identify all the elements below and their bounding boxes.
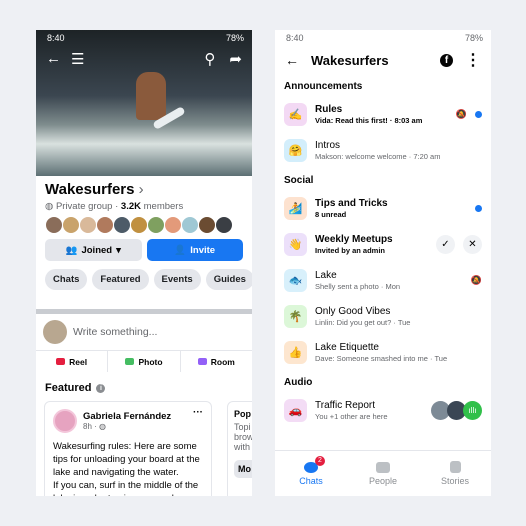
clock: 8:40 [47,33,65,43]
menu-icon[interactable]: ☰ [61,50,204,68]
search-icon[interactable]: ⚲ [204,50,215,68]
accept-button[interactable]: ✓ [436,234,455,254]
audio-wave-icon[interactable]: ıllı [463,400,482,420]
chat-row[interactable]: ✍️ Rules Vida: Read this first! · 8:03 am 🔕 [275,96,491,132]
chat-emoji-icon: 🐟 [284,268,307,292]
battery: 78% [464,33,483,43]
chat-emoji-icon: 🏄 [284,196,307,220]
status-bar: 8:40 78% [36,30,252,46]
globe-icon: ◍ [45,201,54,212]
chat-subtitle: Invited by an admin [315,245,386,255]
chip-featured[interactable]: Featured [92,269,149,290]
chip-chats[interactable]: Chats [45,269,88,290]
chat-name: Rules [315,103,343,115]
chat-subtitle: 8 unread [315,209,347,219]
invite-button[interactable]: 👤 Invite [146,239,243,261]
bottom-tabs: 2 Chats People Stories [275,450,491,496]
author-name[interactable]: Gabriela Fernández [83,411,171,422]
featured-card-2[interactable]: Pop Topi brow with Mo [227,401,252,496]
group-screen: 8:40 78% ← ☰ ⚲ ➦ Wakesurfers › ◍ Private gro… [36,30,252,496]
cover-photo: 8:40 78% ← ☰ ⚲ ➦ [36,30,252,176]
tab-stories[interactable]: Stories [419,451,491,496]
chat-name: Traffic Report [315,399,376,411]
unread-dot [475,204,482,212]
group-name[interactable]: Wakesurfers › [45,181,243,198]
chats-screen: 8:40 78% ← Wakesurfers f ⋮ Announcements ✍️ Ru… [275,30,491,496]
decline-button[interactable]: ✕ [463,234,482,254]
reel-icon [56,358,66,365]
chat-name: Weekly Meetups [315,233,393,245]
globe-icon: ◍ [99,422,107,431]
muted-icon: 🔕 [470,274,482,285]
chat-row[interactable]: 🌴 Only Good Vibes Linlin: Did you get out?… [275,298,491,334]
featured-post[interactable]: Gabriela Fernández 8h · ◍ ··· Wakesurfing… [44,401,212,496]
chat-name: Intros [315,139,341,151]
chat-subtitle: Linlin: Did you get out? · Tue [315,317,411,327]
caret-down-icon: ▾ [116,244,121,256]
add-person-icon: 👤 [174,244,187,256]
group-tabs: Chats Featured Events Guides To [45,269,252,290]
section-heading: Social [284,175,314,186]
chat-name: Only Good Vibes [315,305,391,317]
chat-subtitle: Dave: Someone smashed into me · Tue [315,353,448,363]
chat-name: Tips and Tricks [315,197,388,209]
chat-subtitle: Vida: Read this first! · 8:03 am [315,115,423,125]
info-icon[interactable]: i [96,383,106,393]
chat-row[interactable]: 🤗 Intros Makson: welcome welcome · 7:20 am [275,132,491,168]
battery: 78% [225,33,244,43]
section-heading: Audio [284,377,313,388]
share-icon[interactable]: ➦ [229,50,242,68]
photo-icon [125,358,135,365]
chat-name: Lake [315,269,337,281]
chat-subtitle: You +1 other are here [315,411,388,421]
stories-icon [449,461,461,473]
chat-name: Lake Etiquette [315,341,379,353]
group-meta: ◍ Private group · 3.2K members [45,201,184,212]
muted-icon: 🔕 [455,108,467,119]
people-icon [376,461,390,473]
chat-icon: 2 [304,455,325,473]
chat-emoji-icon: 🤗 [284,138,307,162]
chat-subtitle: Makson: welcome welcome · 7:20 am [315,151,441,161]
photo-button[interactable]: Photo [108,351,181,372]
page-title: Wakesurfers [311,52,389,68]
chat-emoji-icon: 🌴 [284,304,307,328]
back-arrow-icon[interactable]: ← [46,50,61,68]
chip-events[interactable]: Events [153,269,201,290]
people-icon: 👥 [65,244,78,256]
back-arrow-icon[interactable]: ← [285,52,299,68]
chat-emoji-icon: 👋 [284,232,307,256]
reel-button[interactable]: Reel [36,351,109,372]
avatar [43,320,67,344]
unread-dot [475,110,482,118]
tab-people[interactable]: People [347,451,419,496]
room-icon [197,358,207,365]
featured-heading: Featured [45,382,92,394]
composer-input[interactable]: Write something... [36,314,252,350]
chat-row[interactable]: 🏄 Tips and Tricks 8 unread [275,190,491,226]
section-heading: Announcements [284,81,363,92]
tab-chats[interactable]: 2 Chats [275,451,347,496]
facebook-icon[interactable]: f [440,53,453,67]
chat-subtitle: Shelly sent a photo · Mon [315,281,401,291]
joined-button[interactable]: 👥 Joined ▾ [45,239,142,261]
avatar [53,409,77,433]
surfer [136,72,166,120]
unread-badge: 2 [315,455,325,466]
chat-row[interactable]: 🚗 Traffic Report You +1 other are here ıllı [275,392,491,428]
member-avatars[interactable] [45,216,243,234]
clock: 8:40 [286,33,304,43]
more-vertical-icon[interactable]: ⋮ [465,50,481,70]
chat-emoji-icon: ✍️ [284,102,307,126]
room-button[interactable]: Room [181,351,252,372]
chat-row[interactable]: 🐟 Lake Shelly sent a photo · Mon 🔕 [275,262,491,298]
post-text: Wakesurfing rules: Here are some tips fo… [53,441,200,496]
chip-guides[interactable]: Guides [205,269,252,290]
more-icon[interactable]: ··· [193,407,203,418]
chat-row[interactable]: 👍 Lake Etiquette Dave: Someone smashed int… [275,334,491,370]
chat-emoji-icon: 👍 [284,340,307,364]
chat-emoji-icon: 🚗 [284,398,307,422]
chat-row[interactable]: 👋 Weekly Meetups Invited by an admin ✓ ✕ [275,226,491,262]
